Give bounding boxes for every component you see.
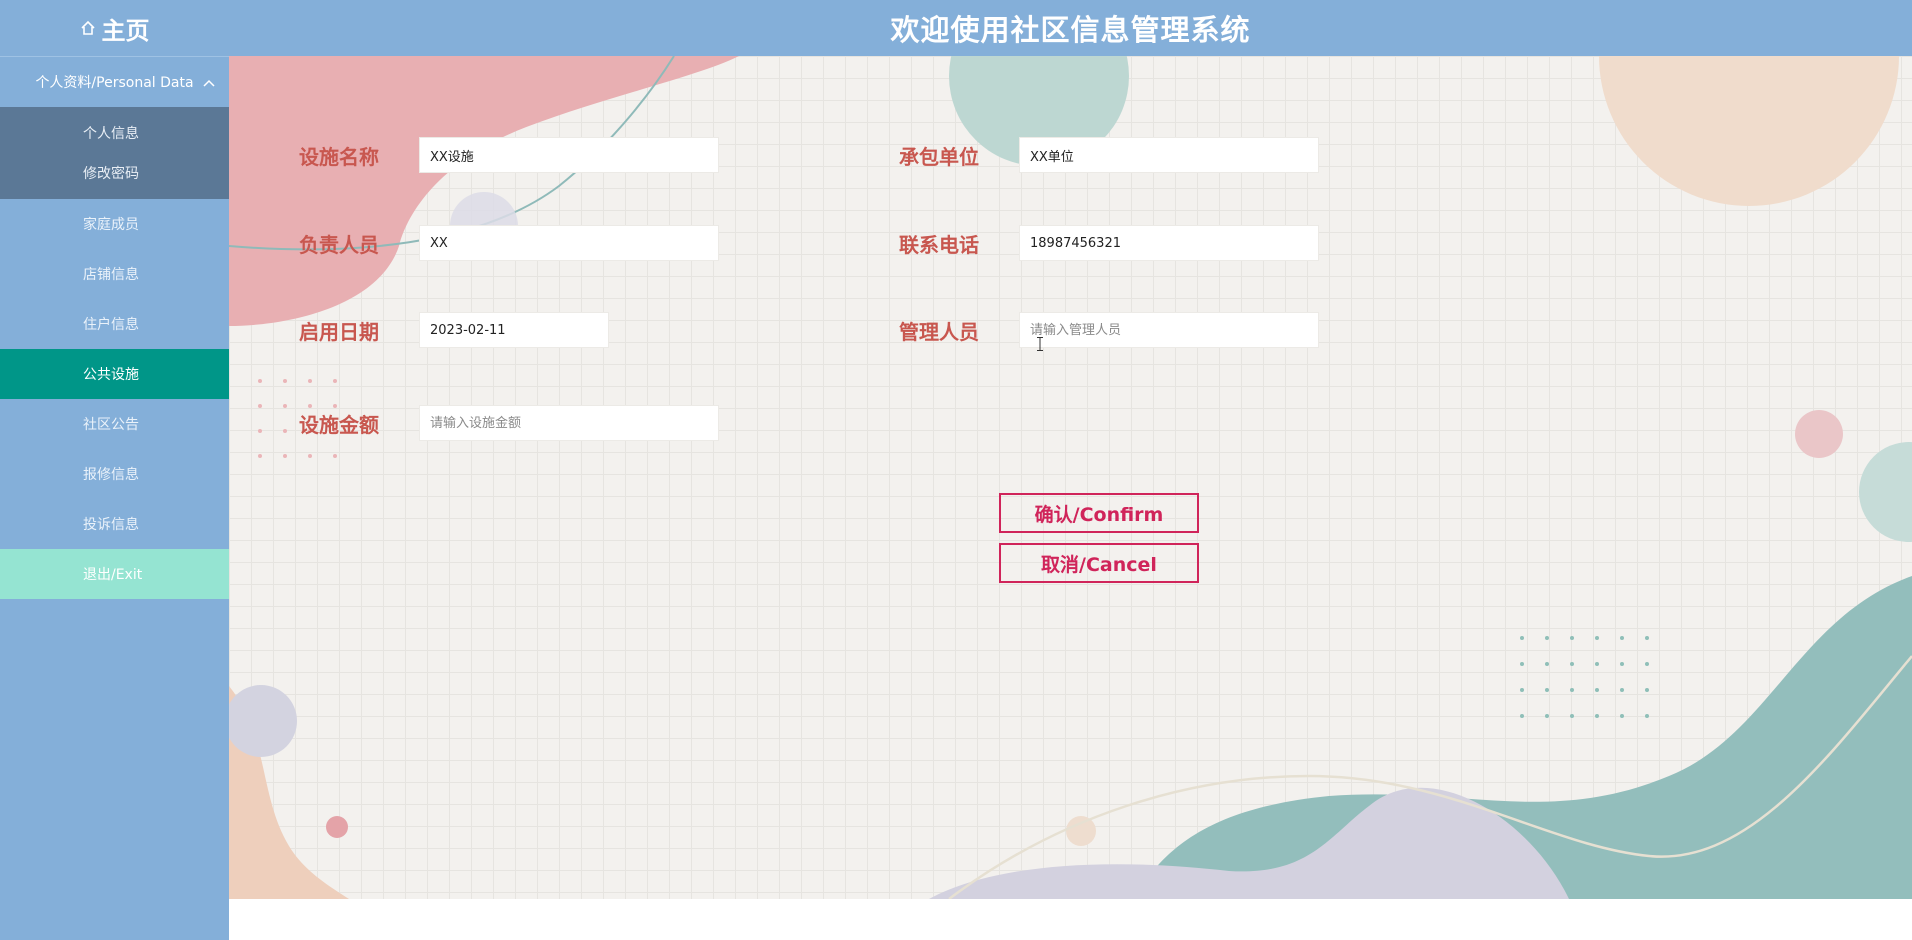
sidebar-group-label: 个人资料/Personal Data [35,75,194,91]
sidebar-item-public-facilities[interactable]: 公共设施 [0,349,229,399]
phone-input[interactable] [1019,225,1319,261]
facility-name-label: 设施名称 [299,144,379,169]
amount-label: 设施金额 [299,412,379,437]
sidebar-item-complaint-info[interactable]: 投诉信息 [0,499,229,549]
sidebar: 个人资料/Personal Data 个人信息 修改密码 家庭成员 店铺信息 住… [0,56,229,940]
amount-input[interactable] [419,405,719,441]
sidebar-item-personal-info[interactable]: 个人信息 [0,113,229,153]
contractor-label: 承包单位 [899,144,979,169]
sidebar-submenu: 个人信息 修改密码 [0,107,229,199]
confirm-button[interactable]: 确认/Confirm [999,493,1199,533]
main-content: 设施名称 承包单位 负责人员 联系电话 启用日期 管理人员 设施金额 确认/Co… [229,56,1912,899]
sidebar-item-change-password[interactable]: 修改密码 [0,153,229,193]
person-in-charge-label: 负责人员 [299,232,379,257]
top-header: 主页 欢迎使用社区信息管理系统 [0,0,1912,56]
sidebar-item-family-members[interactable]: 家庭成员 [0,199,229,249]
home-icon [80,20,96,36]
start-date-label: 启用日期 [299,319,379,344]
contractor-input[interactable] [1019,137,1319,173]
page-title: 欢迎使用社区信息管理系统 [890,13,1251,47]
manager-label: 管理人员 [899,319,979,344]
chevron-up-icon[interactable] [203,75,215,91]
sidebar-item-community-notice[interactable]: 社区公告 [0,399,229,449]
home-label[interactable]: 主页 [102,11,150,46]
home-link[interactable]: 主页 [0,0,229,56]
sidebar-item-shop-info[interactable]: 店铺信息 [0,249,229,299]
text-cursor-icon [1037,337,1043,351]
sidebar-item-exit[interactable]: 退出/Exit [0,549,229,599]
background-decoration [229,56,1912,899]
start-date-input[interactable] [419,312,609,348]
person-in-charge-input[interactable] [419,225,719,261]
manager-input[interactable] [1019,312,1319,348]
facility-name-input[interactable] [419,137,719,173]
sidebar-group-personal-data[interactable]: 个人资料/Personal Data [0,57,229,107]
cancel-button[interactable]: 取消/Cancel [999,543,1199,583]
phone-label: 联系电话 [899,232,979,257]
sidebar-item-resident-info[interactable]: 住户信息 [0,299,229,349]
sidebar-item-repair-info[interactable]: 报修信息 [0,449,229,499]
